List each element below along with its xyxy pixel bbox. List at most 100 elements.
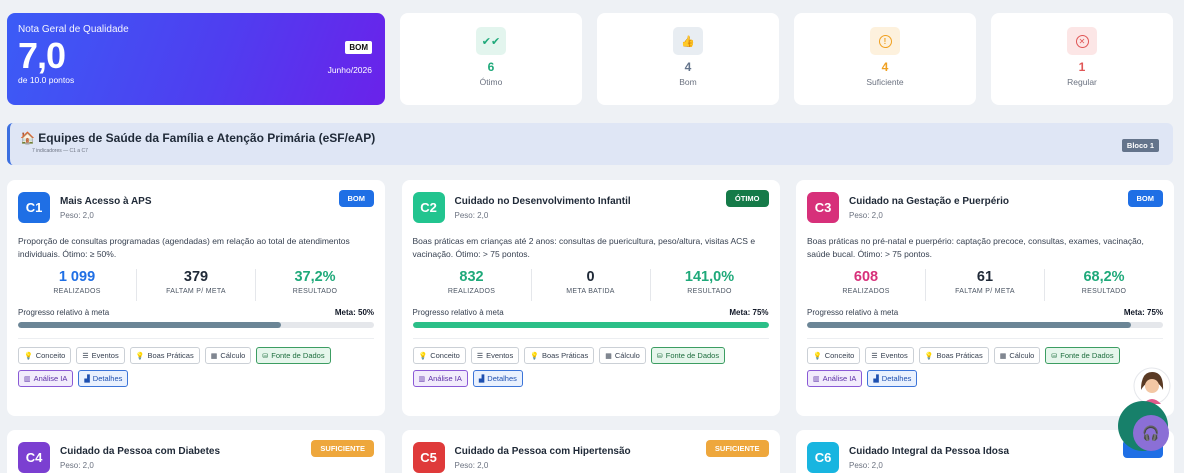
progress-bar bbox=[412, 322, 769, 328]
stat-label: Regular bbox=[1067, 77, 1097, 87]
bar-chart-icon: ▟ bbox=[84, 375, 90, 383]
concept-button[interactable]: 💡 Conceito bbox=[412, 347, 466, 364]
assistant-avatar[interactable] bbox=[1133, 366, 1171, 406]
card-actions: 💡 Conceito ☰ Eventos 💡 Boas Práticas ▦ Cálculo ⛁… bbox=[18, 347, 378, 393]
alert-circle-icon: ! bbox=[870, 27, 900, 55]
stat-value: 4 bbox=[881, 60, 889, 74]
result-value: 37,2% bbox=[294, 269, 336, 285]
progress-bar-fill bbox=[18, 322, 282, 328]
concept-button[interactable]: 💡 Conceito bbox=[807, 347, 861, 364]
data-source-button[interactable]: ⛁ Fonte de Dados bbox=[256, 347, 331, 364]
result-label: RESULTADO bbox=[292, 288, 338, 295]
ai-analysis-button[interactable]: ▥ Análise IA bbox=[412, 370, 468, 387]
indicator-title: Cuidado da Pessoa com Hipertensão bbox=[454, 446, 631, 457]
database-icon: ⛁ bbox=[656, 352, 663, 360]
stat-card-ótimo[interactable]: ✔✔ 6 Ótimo bbox=[400, 13, 582, 105]
calculator-icon: ▦ bbox=[999, 352, 1007, 360]
stat-label: Ótimo bbox=[479, 77, 503, 87]
metric-gap: 0 META BATIDA bbox=[532, 269, 651, 301]
overall-score: 7,0 bbox=[18, 35, 66, 76]
section-title: 🏠 Equipes de Saúde da Família e Atenção … bbox=[20, 131, 376, 145]
indicator-description: Proporção de consultas programadas (agen… bbox=[18, 236, 350, 259]
stat-card-bom[interactable]: 👍 4 Bom bbox=[597, 13, 779, 105]
best-practices-button[interactable]: 💡 Boas Práticas bbox=[918, 347, 989, 364]
gap-label: META BATIDA bbox=[566, 288, 615, 295]
indicator-card-c1[interactable]: C1 Mais Acesso à APS Peso: 2,0 BOM Propor… bbox=[7, 180, 385, 416]
gap-value: 0 bbox=[586, 269, 595, 285]
indicator-title: Cuidado Integral da Pessoa Idosa bbox=[849, 446, 1010, 457]
calculator-icon: ▦ bbox=[210, 352, 218, 360]
details-button[interactable]: ▟ Detalhes bbox=[867, 370, 918, 387]
indicator-weight: Peso: 2,0 bbox=[60, 461, 94, 470]
best-practices-button[interactable]: 💡 Boas Práticas bbox=[524, 347, 595, 364]
indicator-card-c6[interactable]: C6 Cuidado Integral da Pessoa Idosa Peso… bbox=[796, 430, 1174, 473]
metric-result: 141,0% RESULTADO bbox=[651, 269, 769, 301]
status-badge: BOM bbox=[1127, 190, 1163, 207]
data-source-button[interactable]: ⛁ Fonte de Dados bbox=[1045, 347, 1120, 364]
realized-label: REALIZADOS bbox=[842, 288, 890, 295]
x-circle-icon: ✕ bbox=[1067, 27, 1097, 55]
bar-chart-icon: ▟ bbox=[478, 375, 485, 383]
status-badge: ÓTIMO bbox=[725, 190, 769, 207]
details-button[interactable]: ▟ Detalhes bbox=[472, 370, 523, 387]
result-value: 141,0% bbox=[684, 269, 735, 285]
indicator-weight: Peso: 2,0 bbox=[849, 211, 883, 220]
result-value: 68,2% bbox=[1083, 269, 1125, 285]
gap-value: 379 bbox=[183, 269, 209, 285]
best-practices-button[interactable]: 💡 Boas Práticas bbox=[129, 347, 200, 364]
indicator-card-c5[interactable]: C5 Cuidado da Pessoa com Hipertensão Pes… bbox=[401, 430, 780, 473]
stat-card-suficiente[interactable]: ! 4 Suficiente bbox=[794, 13, 976, 105]
data-source-button[interactable]: ⛁ Fonte de Dados bbox=[650, 347, 726, 364]
status-badge: SUFICIENTE bbox=[311, 440, 374, 457]
details-button[interactable]: ▟ Detalhes bbox=[78, 370, 129, 387]
events-button[interactable]: ☰ Eventos bbox=[76, 347, 125, 364]
stat-label: Bom bbox=[679, 77, 697, 87]
chart-icon: ▥ bbox=[418, 375, 426, 383]
events-button[interactable]: ☰ Eventos bbox=[865, 347, 914, 364]
ai-analysis-button[interactable]: ▥ Análise IA bbox=[18, 370, 74, 387]
overall-quality-label: Nota Geral de Qualidade bbox=[18, 24, 129, 35]
progress-header: Progresso relativo à meta Meta: 75% bbox=[807, 308, 1163, 317]
bulb-icon: 💡 bbox=[135, 352, 145, 360]
progress-label: Progresso relativo à meta bbox=[807, 308, 899, 317]
list-icon: ☰ bbox=[871, 352, 878, 360]
indicator-description: Boas práticas em crianças até 2 anos: co… bbox=[412, 236, 756, 259]
stat-card-regular[interactable]: ✕ 1 Regular bbox=[991, 13, 1173, 105]
divider bbox=[412, 338, 769, 339]
overall-quality-card: Nota Geral de Qualidade 7,0 de 10.0 pont… bbox=[7, 13, 385, 105]
realized-label: REALIZADOS bbox=[447, 288, 496, 295]
indicator-title: Cuidado da Pessoa com Diabetes bbox=[60, 446, 221, 457]
section-subtitle: 7 indicadores — C1 a C7 bbox=[32, 148, 88, 154]
target-label: Meta: 75% bbox=[729, 308, 769, 317]
section-header-esf-eap[interactable]: 🏠 Equipes de Saúde da Família e Atenção … bbox=[7, 123, 1173, 165]
calculation-button[interactable]: ▦ Cálculo bbox=[599, 347, 646, 364]
stat-value: 4 bbox=[684, 60, 692, 74]
progress-header: Progresso relativo à meta Meta: 75% bbox=[413, 308, 769, 317]
calculation-button[interactable]: ▦ Cálculo bbox=[204, 347, 252, 364]
indicator-title: Mais Acesso à APS bbox=[60, 196, 152, 207]
ai-analysis-button[interactable]: ▥ Análise IA bbox=[807, 370, 863, 387]
indicator-card-c2[interactable]: C2 Cuidado no Desenvolvimento Infantil P… bbox=[401, 180, 780, 416]
indicator-code: C4 bbox=[18, 442, 50, 473]
headset-icon[interactable]: 🎧 bbox=[1133, 415, 1169, 451]
concept-button[interactable]: 💡 Conceito bbox=[18, 347, 72, 364]
list-icon: ☰ bbox=[476, 352, 484, 360]
metric-realized: 608 REALIZADOS bbox=[807, 269, 926, 301]
indicator-card-c4[interactable]: C4 Cuidado da Pessoa com Diabetes Peso: … bbox=[7, 430, 385, 473]
status-badge: SUFICIENTE bbox=[705, 440, 769, 457]
reference-date: Junho/2026 bbox=[327, 65, 372, 75]
bulb-icon: 💡 bbox=[418, 352, 428, 360]
bulb-icon: 💡 bbox=[530, 352, 539, 360]
indicator-card-c3[interactable]: C3 Cuidado na Gestação e Puerpério Peso:… bbox=[796, 180, 1174, 416]
double-check-icon: ✔✔ bbox=[476, 27, 506, 55]
calculation-button[interactable]: ▦ Cálculo bbox=[993, 347, 1041, 364]
divider bbox=[18, 338, 374, 339]
events-button[interactable]: ☰ Eventos bbox=[470, 347, 520, 364]
chart-icon: ▥ bbox=[813, 375, 820, 383]
overall-status-badge: BOM bbox=[345, 41, 372, 54]
progress-label: Progresso relativo à meta bbox=[18, 308, 110, 317]
bulb-icon: 💡 bbox=[924, 352, 934, 360]
realized-label: REALIZADOS bbox=[53, 288, 101, 295]
stat-value: 1 bbox=[1078, 60, 1086, 74]
indicator-description: Boas práticas no pré-natal e puerpério: … bbox=[807, 236, 1144, 259]
